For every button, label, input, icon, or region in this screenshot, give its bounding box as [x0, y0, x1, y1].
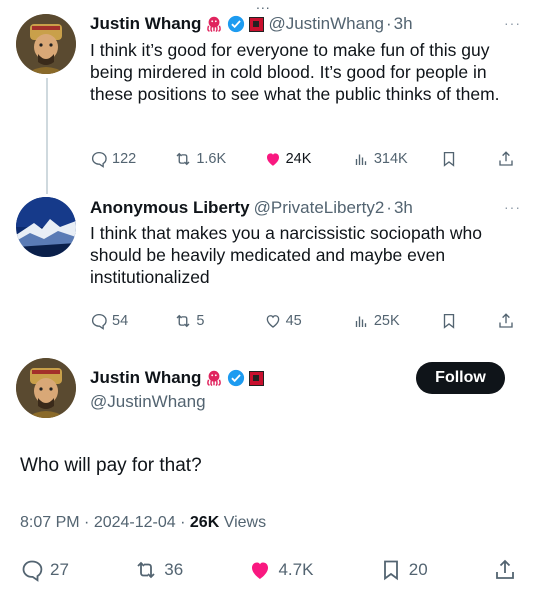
tweet-header: Anonymous Liberty @PrivateLiberty2 · 3h	[90, 198, 413, 218]
repost-count: 1.6K	[196, 151, 227, 167]
thread-top-indicator: ...	[256, 0, 271, 12]
tweet-meta: 8:07 PM · 2024-12-04 · 26K Views	[20, 514, 266, 532]
separator: ·	[385, 14, 392, 33]
reply-count: 54	[112, 313, 129, 329]
views-count: 314K	[373, 151, 408, 167]
affiliation-icon	[249, 370, 265, 386]
verified-icon	[227, 369, 245, 387]
bookmark-icon	[383, 560, 398, 581]
reply-count: 122	[112, 151, 137, 167]
avatar[interactable]	[16, 14, 76, 74]
tweet-text: I think that makes you a narcissistic so…	[90, 223, 482, 287]
repost-button[interactable]: 1.6K	[174, 150, 263, 168]
share-button[interactable]	[493, 558, 517, 582]
repost-icon	[176, 152, 190, 166]
display-name[interactable]: Justin Whang	[90, 368, 201, 388]
bookmark-icon	[443, 151, 455, 167]
repost-button[interactable]: 5	[174, 312, 263, 330]
like-button[interactable]: 45	[264, 312, 352, 330]
share-icon	[499, 313, 513, 328]
views-label: Views	[223, 514, 267, 531]
views-icon	[355, 316, 367, 327]
follow-button[interactable]: Follow	[416, 362, 505, 394]
views-button[interactable]: 314K	[352, 150, 440, 168]
avatar[interactable]	[16, 358, 76, 418]
tweet-header: Justin Whang @JustinWhang · 3h	[90, 14, 413, 34]
repost-icon	[137, 561, 155, 579]
reply-icon	[91, 313, 107, 330]
heart-icon	[266, 153, 279, 166]
reply-icon	[91, 151, 107, 168]
reply-button[interactable]: 122	[90, 150, 174, 168]
separator: ·	[84, 514, 90, 531]
affiliation-icon	[249, 16, 265, 32]
thread-line	[46, 78, 48, 194]
post-time[interactable]: 8:07 PM	[20, 514, 80, 531]
handle[interactable]: @JustinWhang	[90, 392, 206, 412]
main-tweet-actions: 27 36 4.7K 20	[20, 558, 517, 582]
bookmark-button[interactable]	[440, 150, 497, 168]
like-count: 45	[285, 313, 302, 329]
reply-count: 27	[50, 560, 69, 579]
display-name[interactable]: Anonymous Liberty	[90, 198, 250, 218]
octopus-icon	[205, 15, 223, 33]
post-date[interactable]: 2024-12-04	[94, 514, 176, 531]
handle[interactable]: @JustinWhang	[268, 14, 384, 34]
tweet-actions: 54 5 45 25K	[90, 312, 515, 330]
views-count: 26K	[189, 514, 220, 531]
reply-button[interactable]: 54	[90, 312, 174, 330]
repost-count: 36	[164, 560, 184, 579]
heart-outline-icon	[266, 315, 279, 328]
heart-icon	[252, 562, 269, 579]
bookmark-icon	[443, 313, 455, 329]
share-button[interactable]	[497, 150, 515, 168]
share-icon	[496, 559, 514, 579]
reply-icon	[22, 560, 43, 582]
more-icon[interactable]: ···	[504, 15, 521, 31]
more-icon[interactable]: ···	[504, 199, 521, 215]
like-button[interactable]: 4.7K	[248, 558, 313, 582]
repost-icon	[176, 314, 190, 328]
tweet-actions: 122 1.6K 24K 314K	[90, 150, 515, 168]
main-handle-row: @JustinWhang	[90, 392, 206, 412]
bookmark-button[interactable]	[440, 312, 497, 330]
like-count: 24K	[285, 151, 312, 167]
main-tweet-text: Who will pay for that?	[20, 455, 202, 476]
main-tweet-header: Justin Whang	[90, 368, 265, 388]
bookmark-button[interactable]: 20	[379, 558, 428, 582]
avatar[interactable]	[16, 197, 76, 257]
separator: ·	[180, 514, 186, 531]
views-count: 25K	[373, 313, 400, 329]
octopus-icon	[205, 369, 223, 387]
timestamp[interactable]: 3h	[394, 14, 413, 34]
repost-button[interactable]: 36	[134, 558, 183, 582]
display-name[interactable]: Justin Whang	[90, 14, 201, 34]
repost-count: 5	[196, 313, 205, 329]
verified-icon	[227, 15, 245, 33]
reply-button[interactable]: 27	[20, 558, 69, 582]
like-count: 4.7K	[278, 560, 314, 579]
handle[interactable]: @PrivateLiberty2	[254, 198, 385, 218]
timestamp[interactable]: 3h	[394, 198, 413, 218]
bookmark-count: 20	[408, 560, 428, 579]
separator: ·	[386, 198, 392, 217]
share-button[interactable]	[497, 312, 515, 330]
like-button[interactable]: 24K	[264, 150, 352, 168]
tweet-text: I think it’s good for everyone to make f…	[90, 40, 500, 104]
share-icon	[499, 151, 513, 166]
views-button[interactable]: 25K	[352, 312, 440, 330]
views-icon	[355, 154, 367, 165]
